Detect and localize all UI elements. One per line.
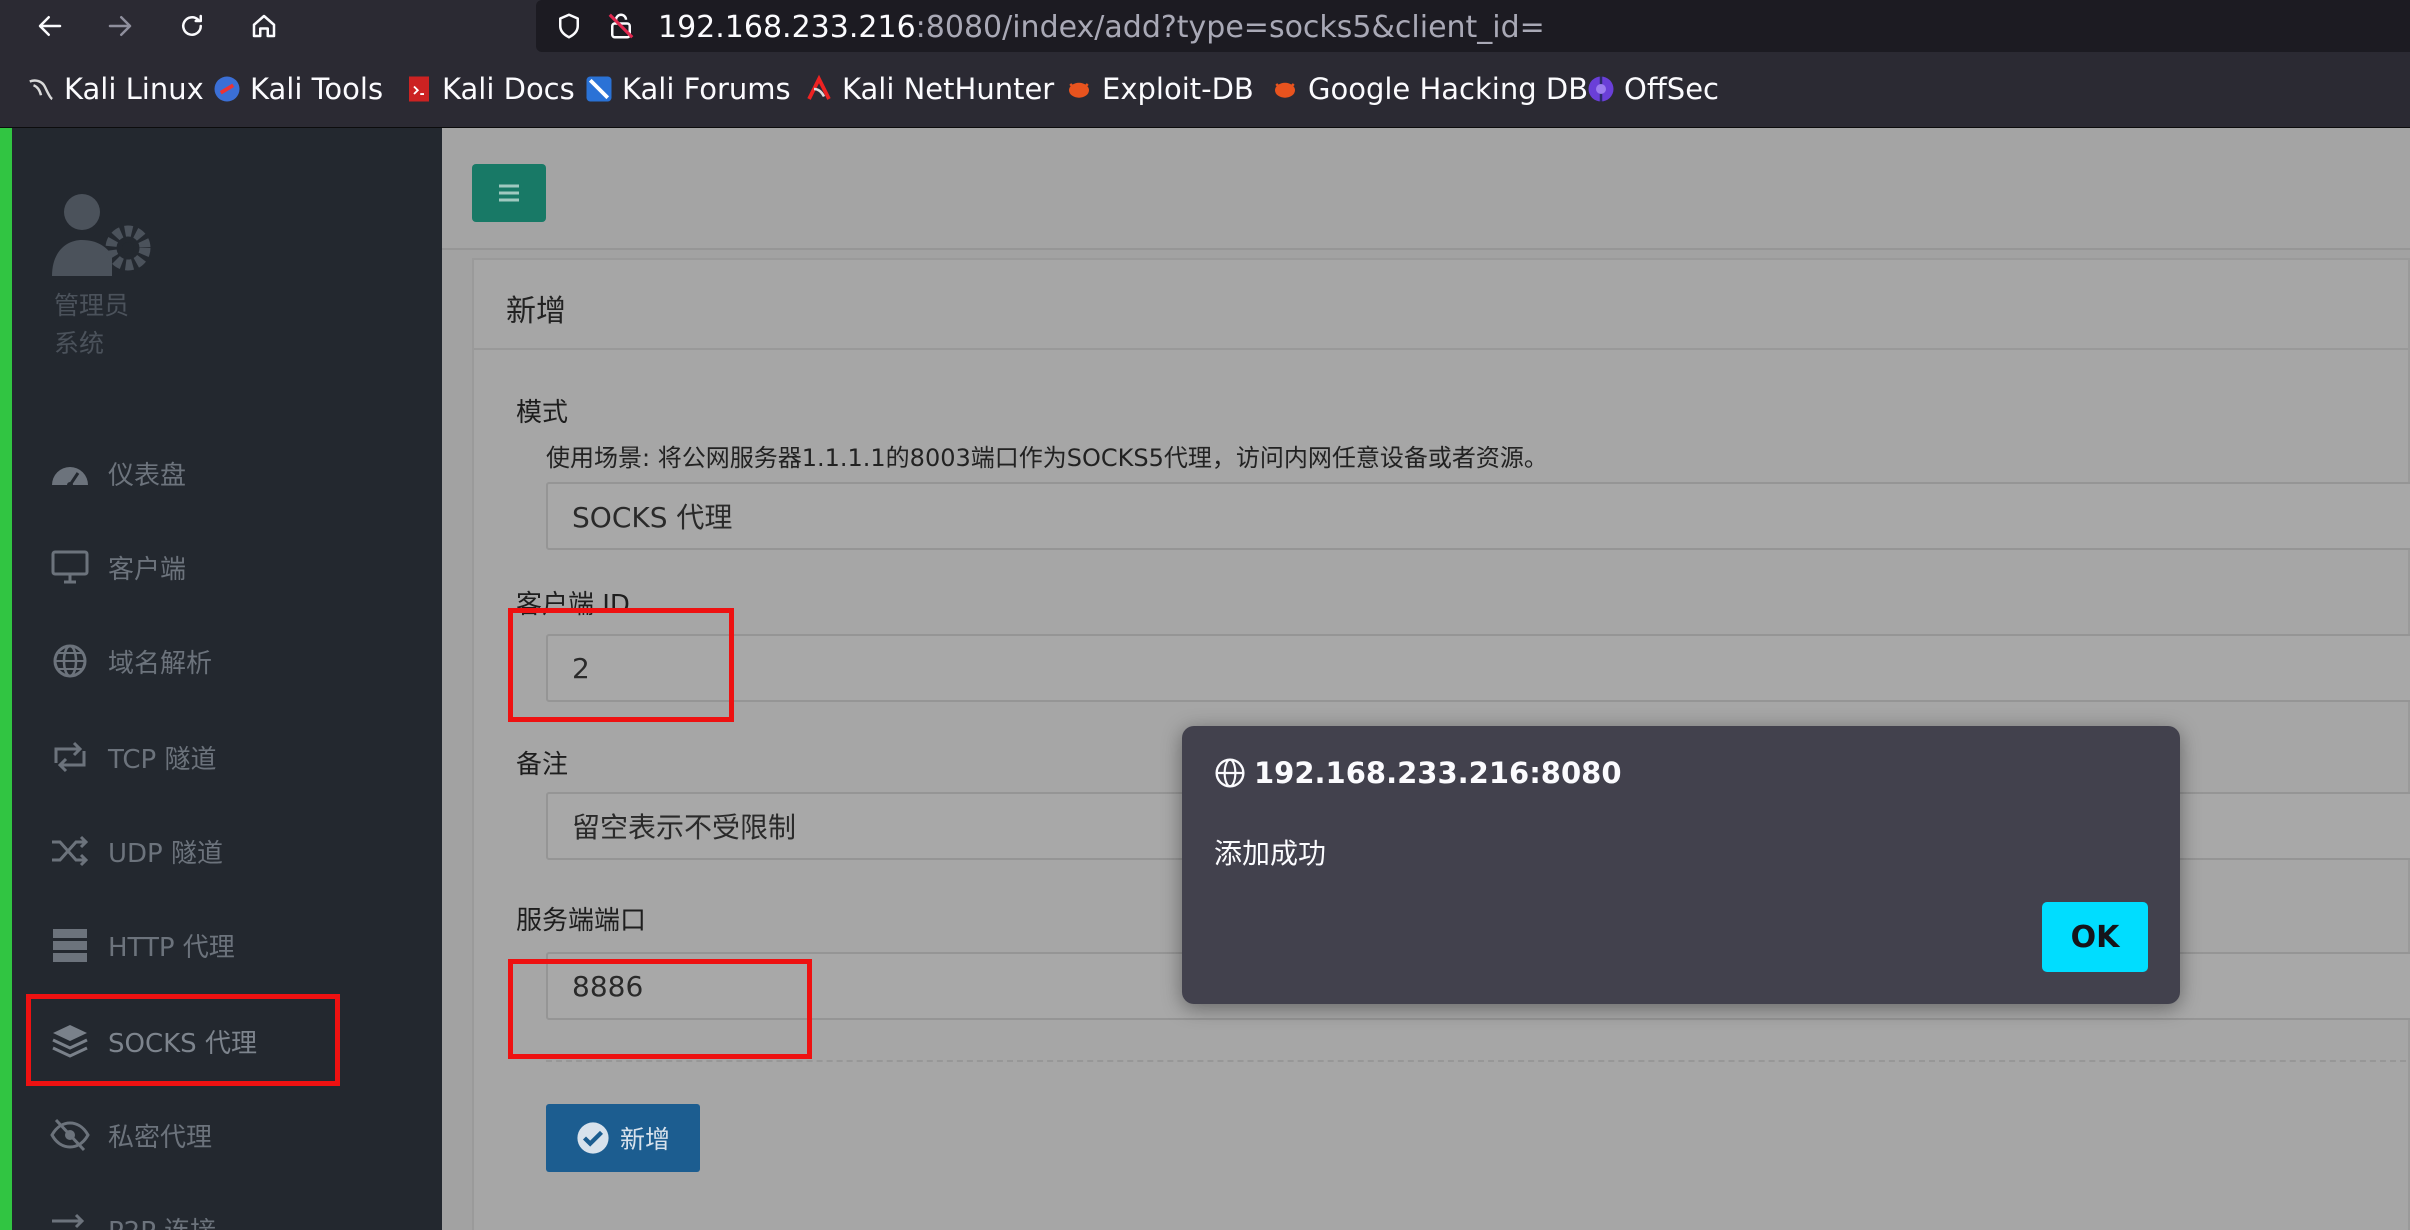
- web-page: 管理员 系统 仪表盘 客户端 域名解析 TCP 隧道 UDP 隧道 HTTP 代…: [0, 128, 2410, 1230]
- top-navbar: [442, 128, 2410, 250]
- sidebar-item-http-proxy[interactable]: HTTP 代理: [50, 920, 235, 970]
- globe-icon: [53, 644, 87, 678]
- bookmark-label: OffSec: [1624, 72, 1720, 106]
- bookmark-label: Kali Docs: [442, 72, 575, 106]
- submit-add-label: 新增: [619, 1125, 670, 1154]
- sidebar-item-p2p[interactable]: P2P 连接: [50, 1204, 216, 1230]
- url-host: 192.168.233.216: [658, 10, 916, 45]
- kali-dragon-icon: [29, 79, 53, 101]
- mode-help-text: 使用场景: 将公网服务器1.1.1.1的8003端口作为SOCKS5代理，访问内…: [546, 444, 1548, 472]
- sidebar-item-clients[interactable]: 客户端: [50, 542, 186, 592]
- sidebar-item-tcp-tunnel[interactable]: TCP 隧道: [50, 732, 216, 782]
- forward-button[interactable]: [100, 6, 140, 46]
- kali-forums-icon: [586, 76, 612, 102]
- home-button[interactable]: [244, 6, 284, 46]
- bookmark-kali-forums[interactable]: Kali Forums: [584, 72, 791, 106]
- eye-slash-icon: [50, 1118, 90, 1152]
- url-path: :8080/index/add?type=socks5&client_id=: [915, 10, 1545, 45]
- form-divider: [546, 1060, 2406, 1062]
- server-icon: [53, 929, 87, 962]
- random-shuffle-icon: [52, 835, 89, 867]
- bookmarks-bar: Kali Linux Kali Tools Kali Docs Kali For…: [0, 52, 2410, 128]
- remark-placeholder: 留空表示不受限制: [572, 811, 797, 844]
- annotation-highlight-socks: [26, 994, 340, 1086]
- dialog-origin: 192.168.233.216:8080: [1254, 756, 1622, 790]
- main-content: 新增 模式 使用场景: 将公网服务器1.1.1.1的8003端口作为SOCKS5…: [442, 128, 2410, 1230]
- sidebar-item-domain-resolution[interactable]: 域名解析: [50, 636, 212, 686]
- sidebar-item-label: HTTP 代理: [108, 932, 235, 963]
- sidebar-item-label: TCP 隧道: [108, 744, 217, 775]
- bookmark-kali-nethunter[interactable]: Kali NetHunter: [804, 72, 1054, 106]
- ok-button[interactable]: OK: [2042, 902, 2148, 972]
- kali-nethunter-icon: [807, 74, 831, 100]
- shield-icon[interactable]: [554, 11, 584, 41]
- kali-tools-icon: [214, 76, 240, 102]
- insecure-lock-icon[interactable]: [606, 11, 636, 41]
- bookmark-label: Kali Tools: [250, 72, 384, 106]
- back-button[interactable]: [30, 6, 70, 46]
- sidebar-item-dashboard[interactable]: 仪表盘: [50, 448, 186, 498]
- sidebar-item-udp-tunnel[interactable]: UDP 隧道: [50, 826, 223, 876]
- bookmark-label: Kali Forums: [622, 72, 791, 106]
- sidebar-item-label: 域名解析: [108, 648, 213, 679]
- hamburger-icon: [499, 184, 519, 202]
- tachometer-icon: [52, 467, 88, 488]
- alert-dialog: 192.168.233.216:8080 添加成功 OK: [1182, 726, 2180, 1004]
- card-title: 新增: [506, 294, 566, 329]
- url-bar[interactable]: 192.168.233.216:8080/index/add?type=sock…: [536, 0, 2410, 52]
- sidebar-item-label: 仪表盘: [108, 460, 187, 491]
- admin-user-gear-icon: [52, 194, 151, 276]
- sidebar-item-label: UDP 隧道: [108, 838, 223, 869]
- bookmark-label: Exploit-DB: [1102, 72, 1254, 106]
- dialog-title: 192.168.233.216:8080: [1214, 756, 1622, 790]
- check-circle-icon: [577, 1122, 609, 1154]
- kali-docs-icon: [409, 76, 429, 102]
- menu-toggle-button[interactable]: [472, 164, 546, 222]
- browser-toolbar: 192.168.233.216:8080/index/add?type=sock…: [0, 0, 2410, 52]
- dialog-message: 添加成功: [1214, 837, 1327, 870]
- ghdb-bug-icon: [1275, 82, 1295, 98]
- bookmark-label: Kali Linux: [64, 72, 204, 106]
- mode-select-value: SOCKS 代理: [572, 501, 733, 534]
- bookmark-kali-docs[interactable]: Kali Docs: [404, 72, 575, 106]
- bookmark-google-hacking-db[interactable]: Google Hacking DB: [1270, 72, 1588, 106]
- client-id-input[interactable]: 2: [546, 634, 2410, 702]
- sidebar-item-label: P2P 连接: [108, 1211, 216, 1230]
- mode-select[interactable]: SOCKS 代理: [546, 482, 2410, 550]
- window-edge: [0, 128, 12, 1230]
- desktop-icon: [51, 550, 89, 584]
- admin-role: 系统: [54, 329, 105, 358]
- globe-icon: [1215, 758, 1245, 788]
- reload-icon: [182, 14, 202, 36]
- reload-button[interactable]: [172, 6, 212, 46]
- bookmark-label: Kali NetHunter: [842, 72, 1055, 106]
- exchange-icon: [52, 1213, 85, 1230]
- arrow-right-icon: [108, 16, 132, 36]
- exploit-db-bug-icon: [1069, 82, 1089, 98]
- bookmark-label: Google Hacking DB: [1308, 72, 1589, 106]
- sidebar-item-private-proxy[interactable]: 私密代理: [50, 1110, 212, 1160]
- bookmark-kali-linux[interactable]: Kali Linux: [26, 72, 204, 106]
- retweet-icon: [54, 741, 86, 773]
- sidebar-item-label: 私密代理: [108, 1122, 213, 1153]
- server-port-label: 服务端端口: [516, 906, 647, 936]
- submit-add-button[interactable]: 新增: [546, 1104, 700, 1172]
- sidebar-item-label: 客户端: [108, 554, 187, 585]
- card-header: 新增: [474, 260, 2408, 350]
- remark-label: 备注: [516, 750, 569, 780]
- bookmark-kali-tools[interactable]: Kali Tools: [212, 72, 383, 106]
- bookmark-exploit-db[interactable]: Exploit-DB: [1064, 72, 1254, 106]
- bookmark-offsec[interactable]: OffSec: [1586, 72, 1719, 106]
- sidebar: 管理员 系统 仪表盘 客户端 域名解析 TCP 隧道 UDP 隧道 HTTP 代…: [12, 128, 442, 1230]
- home-icon: [252, 14, 276, 38]
- admin-name: 管理员: [54, 291, 130, 320]
- offsec-icon: [1588, 76, 1614, 102]
- mode-label: 模式: [516, 398, 569, 428]
- annotation-highlight-server-port: [508, 959, 812, 1059]
- url-text[interactable]: 192.168.233.216:8080/index/add?type=sock…: [658, 10, 1545, 45]
- annotation-highlight-client-id: [508, 608, 734, 722]
- arrow-left-icon: [38, 16, 62, 36]
